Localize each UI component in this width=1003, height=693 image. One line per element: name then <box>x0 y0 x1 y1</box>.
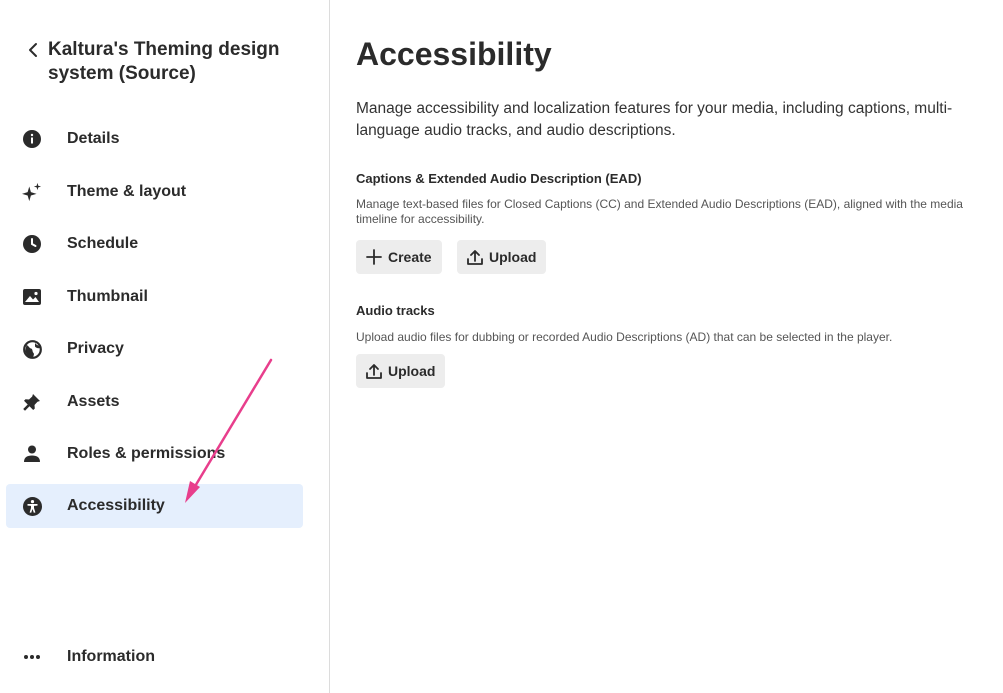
sidebar-item-assets[interactable]: Assets <box>6 380 303 424</box>
audio-section-description: Upload audio files for dubbing or record… <box>356 330 893 344</box>
sidebar-item-thumbnail[interactable]: Thumbnail <box>6 275 303 319</box>
sidebar-item-label: Information <box>67 648 155 665</box>
sidebar-item-label: Schedule <box>67 235 139 252</box>
sidebar-item-roles-permissions[interactable]: Roles & permissions <box>6 432 303 476</box>
sidebar-item-label: Thumbnail <box>67 288 148 305</box>
sparkle-icon <box>22 182 42 202</box>
accessibility-icon <box>22 496 42 516</box>
sidebar: Kaltura's Theming design system (Source)… <box>0 0 330 693</box>
sidebar-item-label: Privacy <box>67 340 124 357</box>
audio-section-title: Audio tracks <box>356 303 435 318</box>
upload-button-label: Upload <box>388 363 436 379</box>
plus-icon <box>366 249 382 265</box>
page-title: Accessibility <box>356 36 552 72</box>
globe-icon <box>22 339 42 359</box>
captions-section-description: Manage text-based files for Closed Capti… <box>356 197 963 226</box>
sidebar-item-information[interactable]: Information <box>6 635 303 679</box>
page-description: Manage accessibility and localization fe… <box>356 100 953 139</box>
upload-icon <box>467 249 483 265</box>
entry-title: Kaltura's Theming design system (Source) <box>48 39 280 84</box>
sidebar-item-accessibility[interactable]: Accessibility <box>6 484 303 528</box>
upload-audio-button[interactable]: Upload <box>356 354 446 388</box>
captions-section-title: Captions & Extended Audio Description (E… <box>356 171 642 186</box>
sidebar-item-privacy[interactable]: Privacy <box>6 327 303 371</box>
sidebar-item-details[interactable]: Details <box>6 117 303 161</box>
create-caption-button[interactable]: Create <box>356 240 442 274</box>
upload-button-label: Upload <box>489 249 537 265</box>
more-icon <box>22 647 42 667</box>
sidebar-item-schedule[interactable]: Schedule <box>6 222 303 266</box>
back-button[interactable]: Kaltura's Theming design system (Source) <box>24 38 288 86</box>
image-icon <box>22 287 42 307</box>
sidebar-item-label: Theme & layout <box>67 183 187 200</box>
create-button-label: Create <box>388 249 432 265</box>
upload-caption-button[interactable]: Upload <box>457 240 547 274</box>
person-icon <box>22 444 42 464</box>
sidebar-item-label: Accessibility <box>67 497 165 514</box>
pin-icon <box>22 392 42 412</box>
clock-icon <box>22 234 42 254</box>
upload-icon <box>366 363 382 379</box>
sidebar-item-theme-layout[interactable]: Theme & layout <box>6 170 303 214</box>
sidebar-item-label: Assets <box>67 393 120 410</box>
sidebar-item-label: Details <box>67 130 120 147</box>
sidebar-item-label: Roles & permissions <box>67 445 226 462</box>
info-icon <box>22 129 42 149</box>
chevron-left-icon <box>29 43 37 57</box>
